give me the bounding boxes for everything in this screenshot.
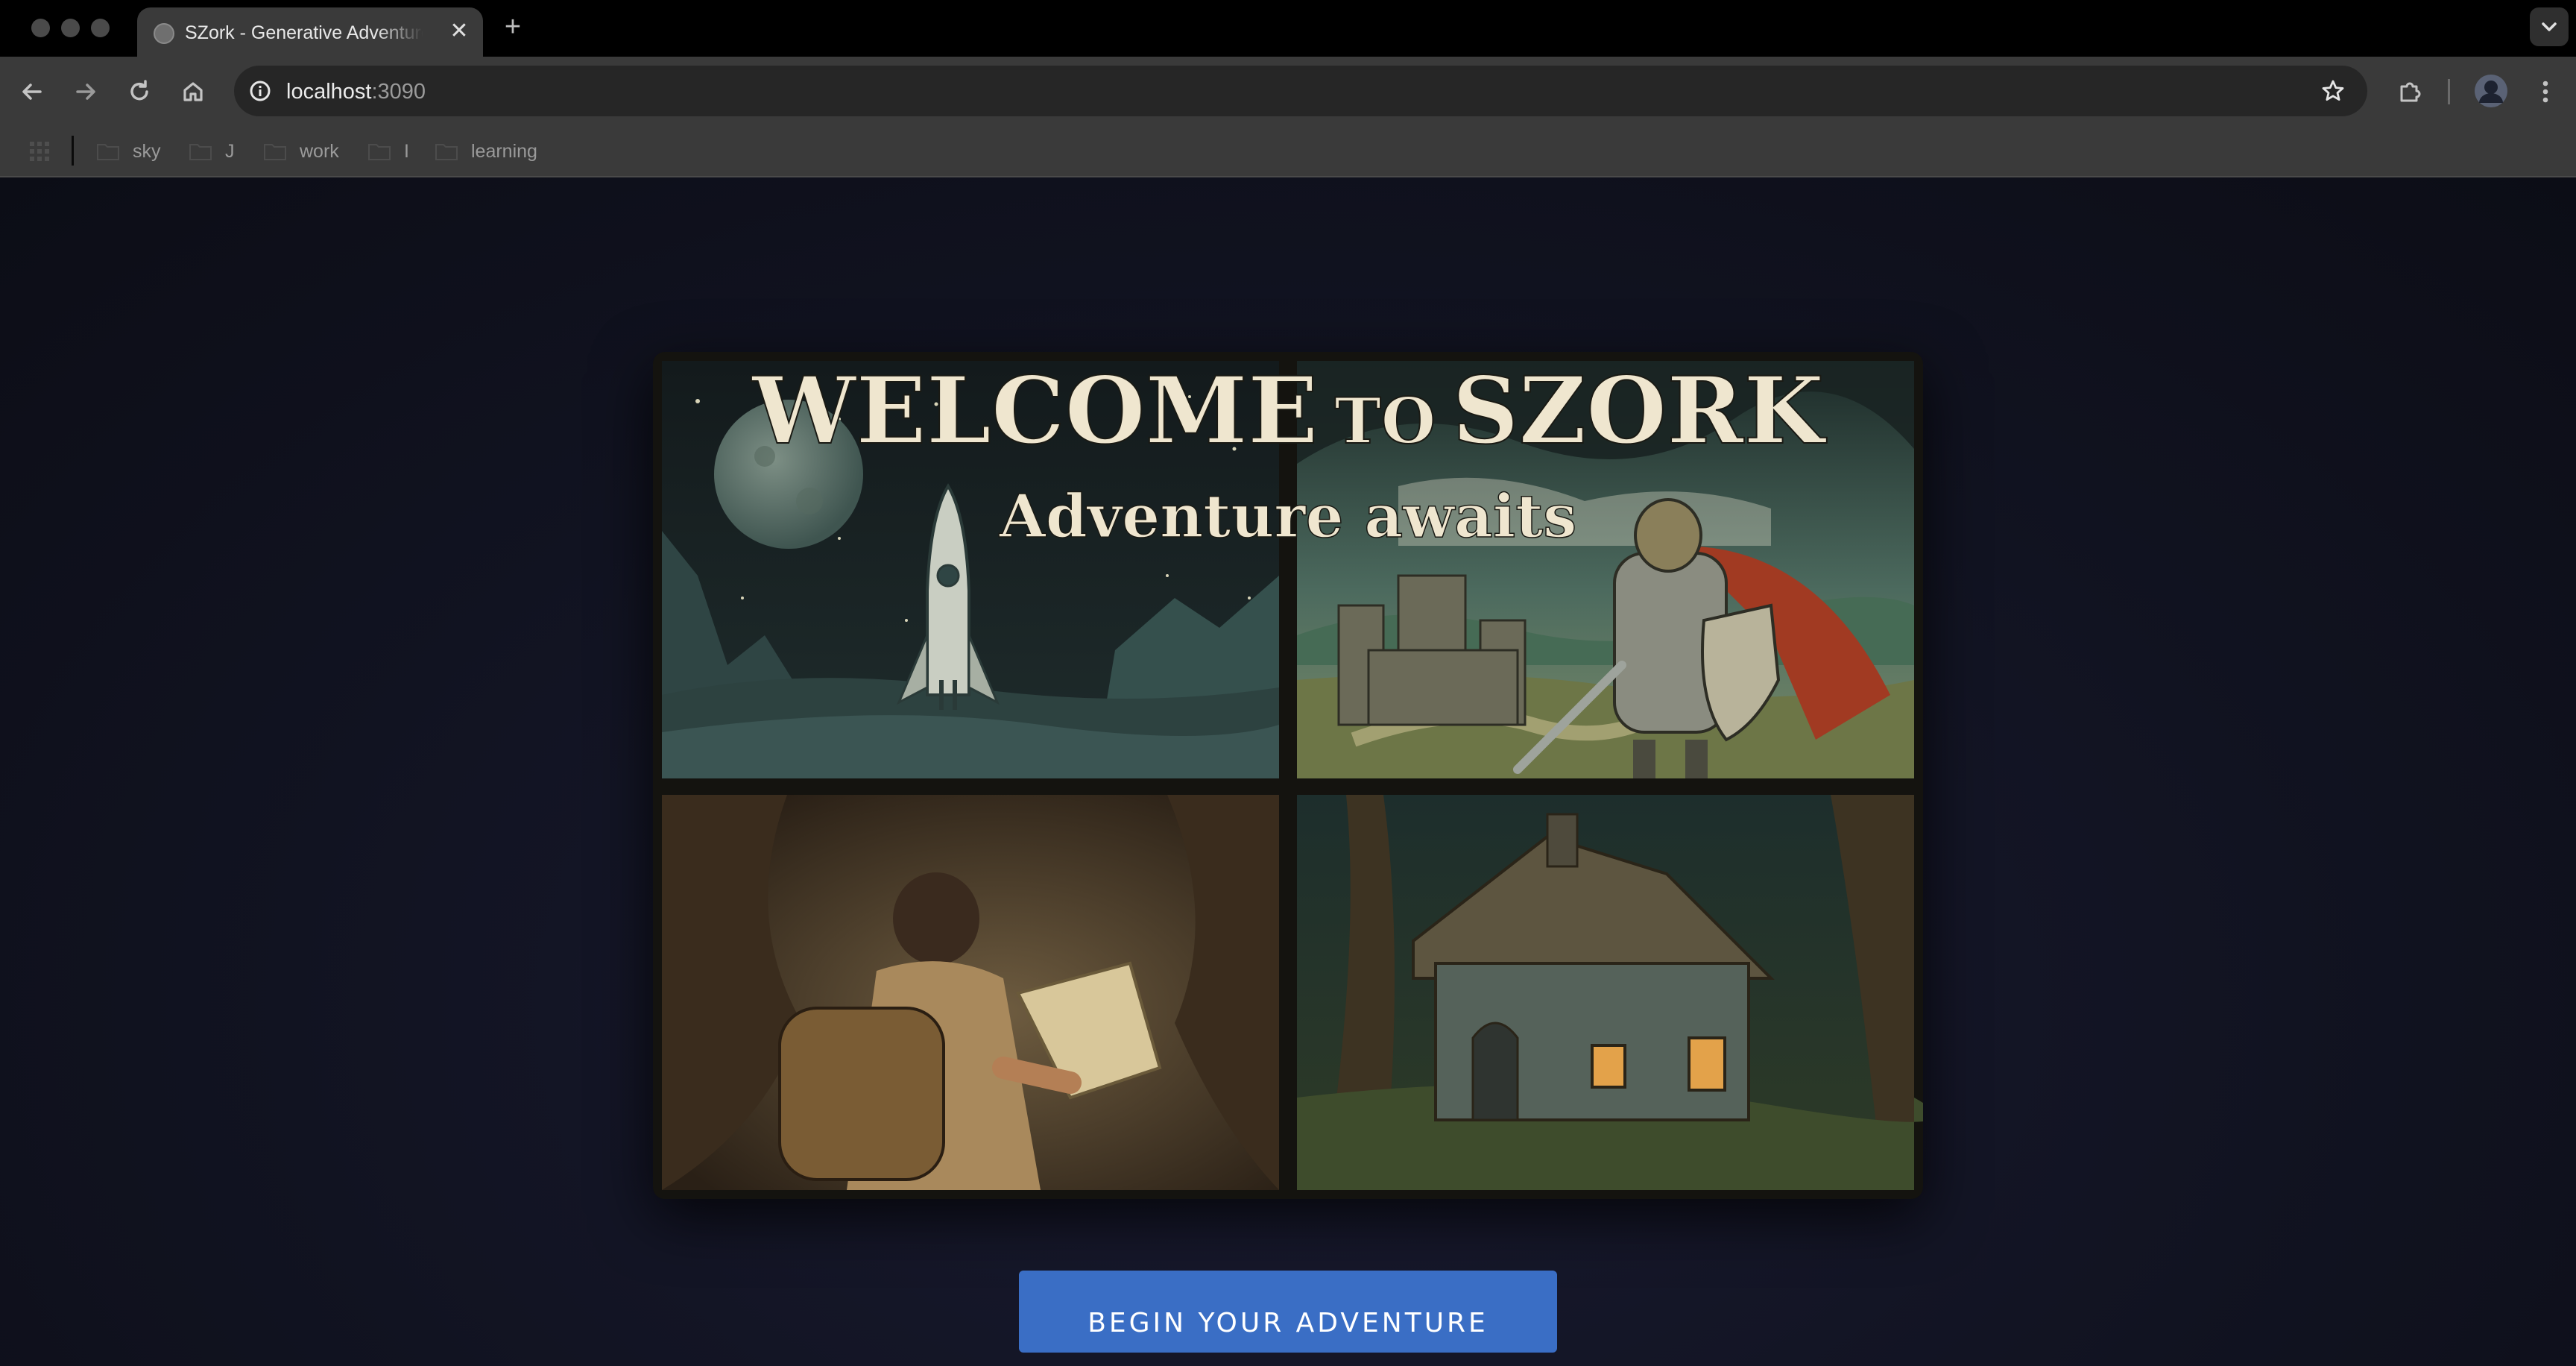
address-bar[interactable]: localhost:3090: [234, 66, 2367, 116]
toolbar-divider: [2448, 79, 2450, 104]
bookmark-label: sky: [133, 140, 161, 162]
bookmark-label: J: [225, 140, 235, 162]
reload-button[interactable]: [122, 75, 157, 109]
bookmarks-separator: [72, 136, 74, 166]
close-tab-icon[interactable]: ✕: [446, 18, 473, 45]
cottage-panel: [1297, 795, 1923, 1190]
folder-icon: [189, 144, 212, 160]
window-minimize-dot[interactable]: [61, 19, 80, 37]
browser-chrome: SZork - Generative Adventure ✕ + localho…: [0, 0, 2576, 177]
begin-adventure-button[interactable]: BEGIN YOUR ADVENTURE: [1019, 1271, 1557, 1353]
home-button[interactable]: [176, 75, 210, 109]
url-text[interactable]: localhost:3090: [286, 80, 426, 104]
home-icon: [183, 82, 203, 101]
page-content: WELCOME TO SZORK Adventure awaits BEGIN YO…: [0, 177, 2576, 1366]
globe-icon: [154, 23, 174, 44]
bookmark-star-icon[interactable]: [2318, 76, 2348, 106]
chevron-down-icon: [2542, 22, 2557, 31]
url-host: localhost: [286, 80, 372, 104]
hero-illustration: WELCOME TO SZORK Adventure awaits: [653, 352, 1923, 1199]
tab-title: SZork - Generative Adventure: [185, 22, 423, 43]
bookmark-folder-i[interactable]: I: [368, 139, 409, 164]
arrow-left-icon: [22, 84, 42, 100]
hero-subtitle: Adventure awaits: [999, 481, 1577, 551]
menu-button[interactable]: [2528, 75, 2563, 109]
window-maximize-dot[interactable]: [91, 19, 110, 37]
bookmarks-bar: sky J work I learning: [0, 125, 2576, 177]
toolbar: localhost:3090: [0, 57, 2576, 125]
explorer-panel: [662, 795, 1279, 1190]
profile-avatar[interactable]: [2472, 72, 2510, 110]
bookmark-folder-work[interactable]: work: [264, 139, 339, 164]
extensions-button[interactable]: [2393, 75, 2427, 109]
folder-icon: [368, 144, 391, 160]
site-info-icon[interactable]: [246, 77, 274, 105]
folder-icon: [264, 144, 286, 160]
avatar-icon: [2475, 75, 2507, 107]
apps-shortcut[interactable]: [28, 139, 51, 164]
bookmark-folder-j[interactable]: J: [189, 139, 235, 164]
hero-title: WELCOME TO SZORK: [751, 357, 1827, 465]
tab-strip: SZork - Generative Adventure ✕ +: [0, 0, 2576, 57]
reload-icon: [130, 80, 148, 101]
tab-search-button[interactable]: [2530, 7, 2569, 46]
apps-grid-icon: [30, 142, 49, 161]
puzzle-icon: [2400, 82, 2421, 102]
more-vertical-icon: [2542, 81, 2548, 103]
bookmark-folder-sky[interactable]: sky: [97, 139, 161, 164]
bookmark-label: I: [404, 140, 409, 162]
back-button[interactable]: [15, 75, 49, 109]
forward-button[interactable]: [69, 75, 103, 109]
arrow-right-icon: [76, 84, 95, 100]
url-port: :3090: [371, 80, 426, 104]
bookmark-folder-learning[interactable]: learning: [435, 139, 537, 164]
folder-icon: [97, 144, 119, 160]
new-tab-button[interactable]: +: [498, 10, 528, 43]
active-tab[interactable]: SZork - Generative Adventure ✕: [137, 7, 483, 57]
bookmark-label: work: [300, 140, 339, 162]
folder-icon: [435, 144, 458, 160]
bookmark-label: learning: [471, 140, 537, 162]
window-close-dot[interactable]: [31, 19, 50, 37]
